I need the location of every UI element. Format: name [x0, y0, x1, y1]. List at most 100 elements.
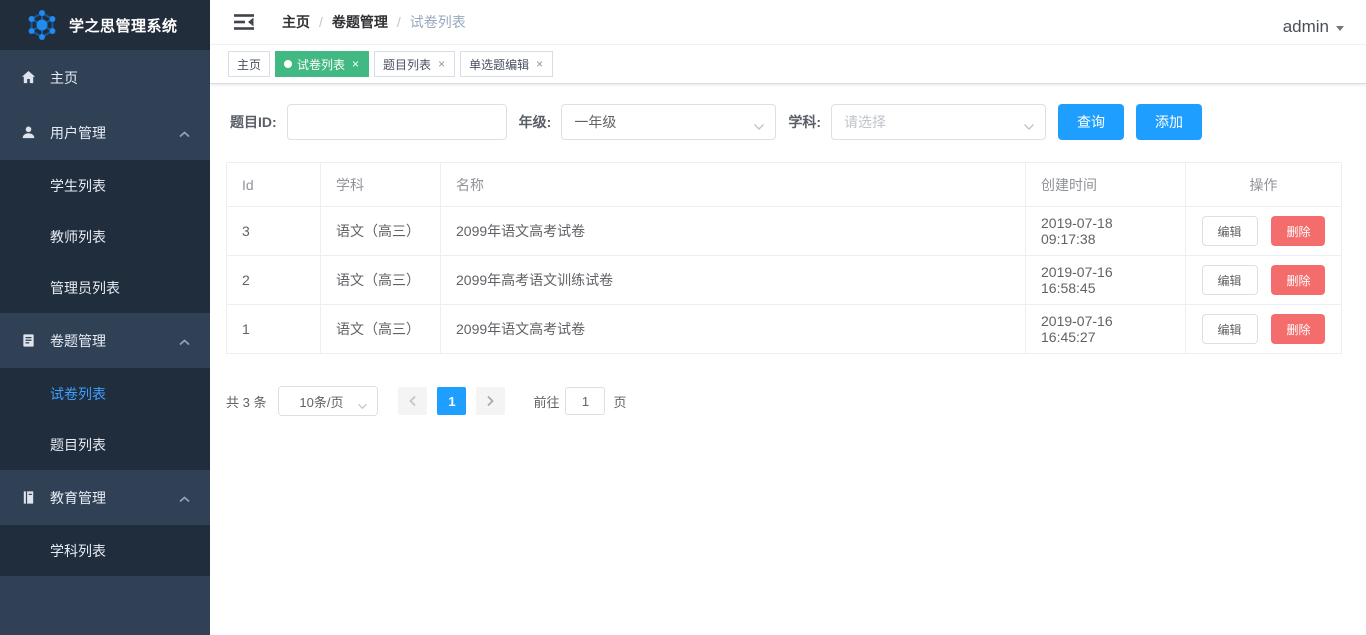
subject-label: 学科:	[788, 112, 821, 132]
cell-name: 2099年高考语文训练试卷	[441, 256, 1026, 305]
user-icon	[20, 125, 36, 140]
breadcrumb-papers[interactable]: 卷题管理	[332, 12, 388, 32]
user-dropdown[interactable]: admin	[1283, 17, 1344, 37]
submenu-users: 学生列表 教师列表 管理员列表	[0, 160, 210, 313]
sidebar-item-teacher-list[interactable]: 教师列表	[0, 211, 210, 262]
cell-created: 2019-07-18 09:17:38	[1026, 207, 1186, 256]
tag-home[interactable]: 主页	[228, 51, 270, 77]
username-label: admin	[1283, 17, 1329, 37]
page-number-1[interactable]: 1	[437, 387, 466, 415]
sidebar-item-label: 主页	[50, 68, 78, 88]
tag-question-list[interactable]: 题目列表 ×	[374, 51, 455, 77]
filter-bar: 题目ID: 年级: 一年级 学科: 请选择 查	[230, 104, 1346, 140]
breadcrumb-separator: /	[397, 14, 401, 30]
edit-button[interactable]: 编辑	[1202, 314, 1258, 344]
sidebar: 学之思管理系统 主页 用户管理 学生列表	[0, 0, 210, 635]
next-page-button[interactable]	[476, 387, 505, 415]
chevron-right-icon	[486, 395, 495, 407]
goto-page-input[interactable]	[565, 387, 605, 415]
page-unit-label: 页	[613, 392, 626, 411]
sidebar-item-home[interactable]: 主页	[0, 50, 210, 105]
submenu-label: 学生列表	[50, 176, 106, 196]
sidebar-section-papers[interactable]: 卷题管理	[0, 313, 210, 368]
notebook-icon	[20, 490, 36, 505]
chevron-left-icon	[408, 395, 417, 407]
app-root: 学之思管理系统 主页 用户管理 学生列表	[0, 0, 1366, 635]
add-button[interactable]: 添加	[1136, 104, 1202, 140]
table-row: 2 语文（高三） 2099年高考语文训练试卷 2019-07-16 16:58:…	[227, 256, 1342, 305]
sidebar-item-paper-list[interactable]: 试卷列表	[0, 368, 210, 419]
subject-select[interactable]: 请选择	[831, 104, 1046, 140]
tag-single-choice-edit[interactable]: 单选题编辑 ×	[460, 51, 553, 77]
grade-label: 年级:	[519, 112, 552, 132]
submenu-papers: 试卷列表 题目列表	[0, 368, 210, 470]
query-button[interactable]: 查询	[1058, 104, 1124, 140]
chevron-up-icon	[179, 333, 190, 349]
cell-operations: 编辑 删除	[1186, 207, 1342, 256]
sidebar-collapse-icon[interactable]	[224, 7, 264, 37]
breadcrumb-current: 试卷列表	[410, 12, 466, 32]
sidebar-item-subject-list[interactable]: 学科列表	[0, 525, 210, 576]
chevron-down-icon	[1023, 118, 1035, 134]
grade-select[interactable]: 一年级	[561, 104, 776, 140]
cell-subject: 语文（高三）	[321, 305, 441, 354]
sidebar-section-label: 教育管理	[50, 488, 106, 508]
edit-button[interactable]: 编辑	[1202, 265, 1258, 295]
close-icon[interactable]: ×	[535, 58, 544, 70]
delete-button[interactable]: 删除	[1271, 265, 1325, 295]
home-icon	[20, 70, 36, 85]
tag-label: 单选题编辑	[469, 56, 529, 73]
question-id-label: 题目ID:	[230, 112, 277, 132]
prev-page-button[interactable]	[398, 387, 427, 415]
cell-operations: 编辑 删除	[1186, 256, 1342, 305]
cell-id: 3	[227, 207, 321, 256]
chevron-down-icon	[753, 118, 765, 134]
sidebar-item-question-list[interactable]: 题目列表	[0, 419, 210, 470]
submenu-label: 教师列表	[50, 227, 106, 247]
cell-id: 2	[227, 256, 321, 305]
main-area: 主页 / 卷题管理 / 试卷列表 admin 主页 试卷列表 × 题目列表	[210, 0, 1366, 635]
cell-operations: 编辑 删除	[1186, 305, 1342, 354]
chevron-down-icon	[357, 398, 368, 413]
submenu-education: 学科列表	[0, 525, 210, 576]
submenu-label: 试卷列表	[50, 384, 106, 404]
cell-name: 2099年语文高考试卷	[441, 305, 1026, 354]
submenu-label: 管理员列表	[50, 278, 120, 298]
caret-down-icon	[1336, 26, 1344, 31]
table-header-row: Id 学科 名称 创建时间 操作	[227, 163, 1342, 207]
edit-button[interactable]: 编辑	[1202, 216, 1258, 246]
document-icon	[20, 333, 36, 348]
sidebar-section-education[interactable]: 教育管理	[0, 470, 210, 525]
sidebar-item-admin-list[interactable]: 管理员列表	[0, 262, 210, 313]
pagination: 共 3 条 10条/页 1 前往 页	[226, 386, 1366, 416]
sidebar-section-label: 用户管理	[50, 123, 106, 143]
chevron-up-icon	[179, 490, 190, 506]
tag-label: 主页	[237, 56, 261, 73]
page-size-select[interactable]: 10条/页	[278, 386, 378, 416]
submenu-label: 学科列表	[50, 541, 106, 561]
close-icon[interactable]: ×	[437, 58, 446, 70]
delete-button[interactable]: 删除	[1271, 216, 1325, 246]
column-header-subject: 学科	[321, 163, 441, 207]
page-size-value: 10条/页	[299, 392, 343, 411]
question-id-input[interactable]	[287, 104, 507, 140]
breadcrumb-separator: /	[319, 14, 323, 30]
active-dot-icon	[284, 60, 292, 68]
sidebar-section-label: 卷题管理	[50, 331, 106, 351]
column-header-operations: 操作	[1186, 163, 1342, 207]
column-header-id: Id	[227, 163, 321, 207]
breadcrumb-home[interactable]: 主页	[282, 12, 310, 32]
close-icon[interactable]: ×	[351, 58, 360, 70]
tags-view-bar: 主页 试卷列表 × 题目列表 × 单选题编辑 ×	[210, 45, 1366, 84]
cell-created: 2019-07-16 16:58:45	[1026, 256, 1186, 305]
pagination-total: 共 3 条	[226, 392, 266, 411]
sidebar-section-users[interactable]: 用户管理	[0, 105, 210, 160]
sidebar-item-student-list[interactable]: 学生列表	[0, 160, 210, 211]
tag-paper-list[interactable]: 试卷列表 ×	[275, 51, 369, 77]
cell-id: 1	[227, 305, 321, 354]
delete-button[interactable]: 删除	[1271, 314, 1325, 344]
top-header: 主页 / 卷题管理 / 试卷列表 admin	[210, 0, 1366, 45]
tag-label: 题目列表	[383, 56, 431, 73]
grade-select-value: 一年级	[574, 112, 616, 132]
tag-label: 试卷列表	[297, 56, 345, 73]
